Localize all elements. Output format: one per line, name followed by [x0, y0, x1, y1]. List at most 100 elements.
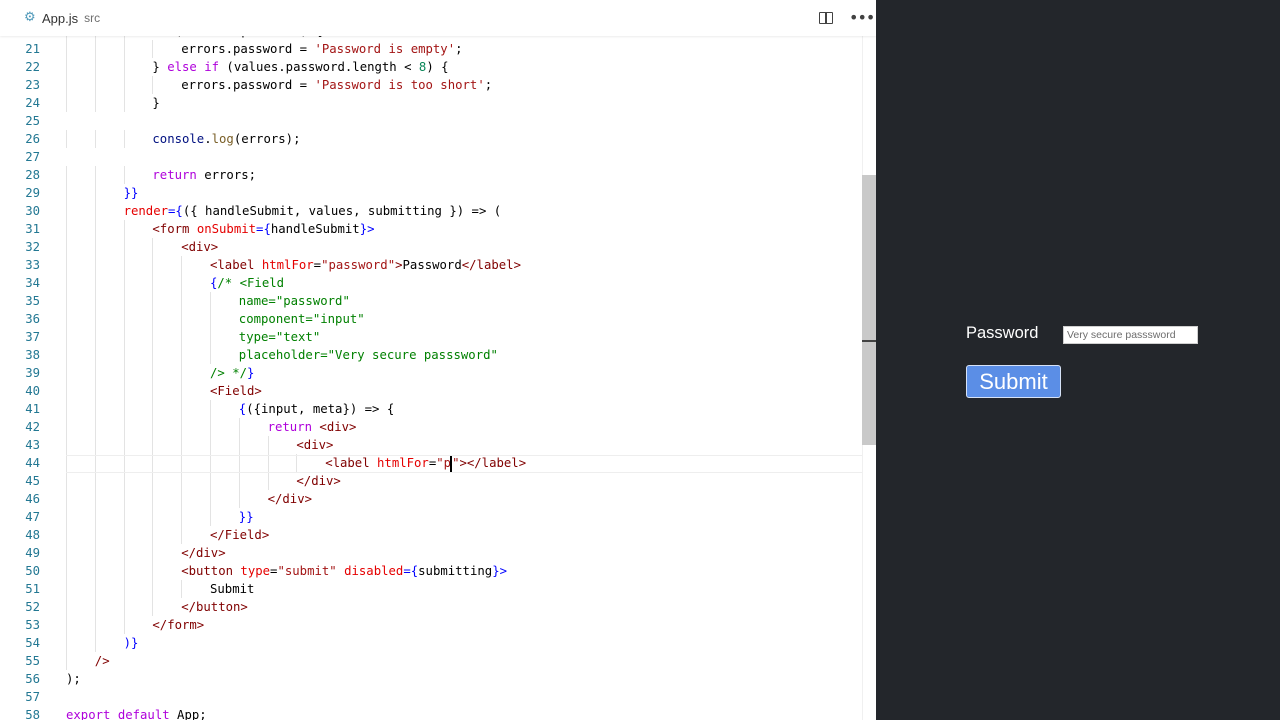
- code-text: type="text": [239, 328, 320, 346]
- indent-guide: [210, 472, 211, 490]
- indent-guide: [210, 508, 211, 526]
- code-line[interactable]: 31 <form onSubmit={handleSubmit}>: [0, 220, 876, 238]
- code-area[interactable]: 20if (!values.password) {21errors.passwo…: [0, 22, 876, 720]
- code-line[interactable]: 38 placeholder="Very secure passsword": [0, 346, 876, 364]
- submit-button[interactable]: Submit: [966, 365, 1061, 398]
- code-line[interactable]: 43 <div>: [0, 436, 876, 454]
- indent-guide: [66, 40, 67, 58]
- indent-guide: [94, 184, 96, 202]
- code-text: );: [66, 670, 81, 688]
- indent-guide: [94, 76, 96, 94]
- indent-guide: [238, 472, 240, 490]
- code-text: }}: [239, 508, 254, 526]
- scrollbar-thumb[interactable]: [862, 175, 876, 445]
- code-token: errors;: [196, 168, 257, 182]
- code-line[interactable]: 52 </button>: [0, 598, 876, 616]
- code-text: </div>: [181, 544, 225, 562]
- code-line[interactable]: 47}}: [0, 508, 876, 526]
- code-line[interactable]: 51 Submit: [0, 580, 876, 598]
- code-line[interactable]: 26 console.log(errors);: [0, 130, 876, 148]
- code-line[interactable]: 22} else if (values.password.length < 8)…: [0, 58, 876, 76]
- code-line[interactable]: 37 type="text": [0, 328, 876, 346]
- code-line[interactable]: 21 errors.password = 'Password is empty';: [0, 40, 876, 58]
- indent-guide: [181, 346, 183, 364]
- code-line[interactable]: 24}: [0, 94, 876, 112]
- code-token: <label: [210, 258, 262, 272]
- indent-guide: [94, 580, 96, 598]
- indent-guide: [123, 76, 125, 94]
- code-line[interactable]: 49 </div>: [0, 544, 876, 562]
- code-line[interactable]: 28 return errors;: [0, 166, 876, 184]
- code-token: ({ handleSubmit, values, submitting }) =…: [182, 204, 502, 218]
- code-text: {/* <Field: [210, 274, 284, 292]
- code-line[interactable]: 25: [0, 112, 876, 130]
- line-number: 23: [25, 78, 40, 92]
- code-line[interactable]: 58 export default App;: [0, 706, 876, 720]
- line-number: 58: [25, 708, 40, 720]
- code-line[interactable]: 29}}: [0, 184, 876, 202]
- indent-guide: [66, 400, 67, 418]
- indent-guide: [123, 436, 125, 454]
- indent-guide: [152, 76, 154, 94]
- code-token: "password": [321, 258, 396, 272]
- code-line[interactable]: 41 {({input, meta}) => {: [0, 400, 876, 418]
- code-line[interactable]: 45 </div>: [0, 472, 876, 490]
- app-preview-pane: Password Submit: [877, 0, 1280, 720]
- code-text: } else if (values.password.length < 8) {: [152, 58, 448, 76]
- code-line[interactable]: 56);: [0, 670, 876, 688]
- code-line[interactable]: 33 <label htmlFor="password">Password</la…: [0, 256, 876, 274]
- code-line[interactable]: 42 return <div>: [0, 418, 876, 436]
- password-input[interactable]: [1063, 326, 1198, 344]
- code-token: <Field>: [210, 384, 262, 398]
- indent-guide: [152, 256, 154, 274]
- code-editor[interactable]: 20if (!values.password) {21errors.passwo…: [0, 0, 876, 720]
- indent-guide: [66, 598, 67, 616]
- indent-guide: [66, 310, 67, 328]
- code-line[interactable]: 39 /> */}: [0, 364, 876, 382]
- code-text: component="input": [239, 310, 365, 328]
- indent-guide: [66, 184, 67, 202]
- code-text: errors.password = 'Password is empty';: [181, 40, 462, 58]
- code-line[interactable]: 54)}: [0, 634, 876, 652]
- code-token: Password: [402, 258, 462, 272]
- code-line[interactable]: 50 <button type="submit" disabled={submit…: [0, 562, 876, 580]
- code-line[interactable]: 55 />: [0, 652, 876, 670]
- code-token: </Field>: [210, 528, 270, 542]
- indent-guide: [123, 328, 125, 346]
- code-text: <Field>: [210, 382, 262, 400]
- indent-guide: [152, 580, 154, 598]
- code-line[interactable]: 34 {/* <Field: [0, 274, 876, 292]
- code-line[interactable]: 32 <div>: [0, 238, 876, 256]
- code-line[interactable]: 36 component="input": [0, 310, 876, 328]
- code-line[interactable]: 23 errors.password = 'Password is too sho…: [0, 76, 876, 94]
- indent-guide: [152, 418, 154, 436]
- line-number: 48: [25, 528, 40, 542]
- indent-guide: [123, 274, 125, 292]
- tab-app-js[interactable]: ⚙ App.js src: [0, 0, 100, 36]
- indent-guide: [152, 382, 154, 400]
- indent-guide: [66, 634, 67, 652]
- more-actions-icon[interactable]: •••: [849, 9, 875, 27]
- indent-guide: [94, 166, 96, 184]
- line-number: 28: [25, 168, 40, 182]
- code-token: );: [66, 672, 81, 686]
- code-token: ={: [256, 222, 271, 236]
- code-text: </div>: [296, 472, 340, 490]
- code-token: type="text": [238, 330, 321, 344]
- code-line[interactable]: 57: [0, 688, 876, 706]
- indent-guide: [94, 634, 96, 652]
- code-token: errors.password =: [181, 42, 315, 56]
- code-token: .: [204, 132, 212, 146]
- tab-filename: App.js: [42, 10, 79, 26]
- code-line[interactable]: 30 render={({ handleSubmit, values, submi…: [0, 202, 876, 220]
- code-text: Submit: [210, 580, 254, 598]
- code-line[interactable]: 40 <Field>: [0, 382, 876, 400]
- code-line[interactable]: 27: [0, 148, 876, 166]
- code-line[interactable]: 35 name="password": [0, 292, 876, 310]
- code-line[interactable]: 46 </div>: [0, 490, 876, 508]
- indent-guide: [94, 310, 96, 328]
- split-editor-icon[interactable]: [817, 9, 835, 27]
- indent-guide: [267, 472, 269, 490]
- code-line[interactable]: 48 </Field>: [0, 526, 876, 544]
- code-line[interactable]: 53 </form>: [0, 616, 876, 634]
